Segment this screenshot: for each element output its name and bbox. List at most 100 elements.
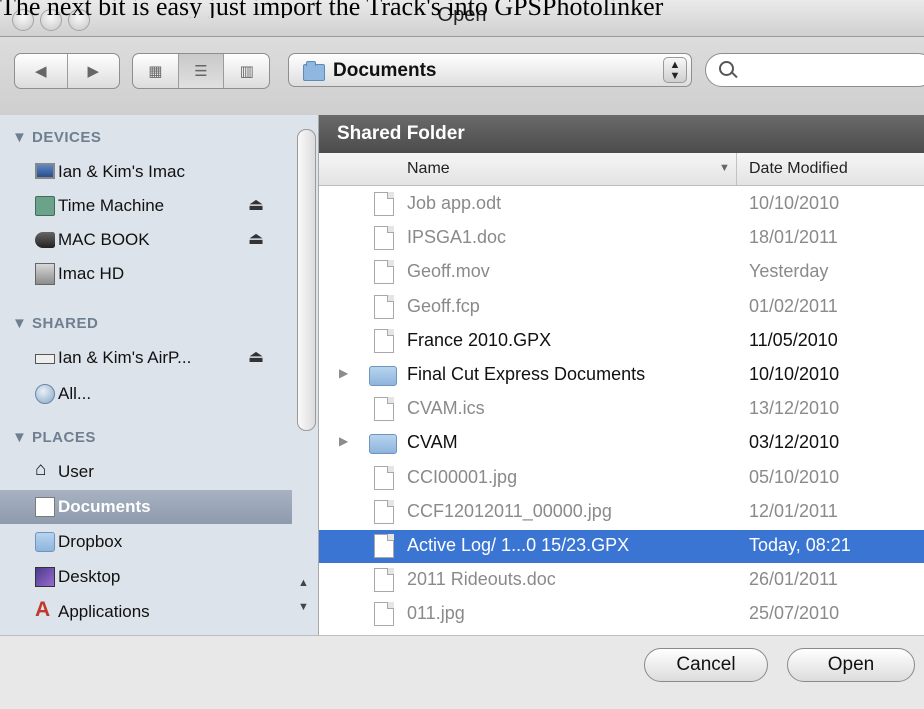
scroll-down-icon[interactable]: ▼ — [298, 601, 309, 613]
forward-button[interactable]: ▶ — [68, 54, 120, 88]
file-row[interactable]: Active Log/ 1...0 15/23.GPX Today, 08:21 — [319, 530, 924, 563]
search-field[interactable] — [705, 53, 924, 87]
sidebar-heading-devices[interactable]: ▼ DEVICES — [12, 129, 101, 146]
sidebar-heading-places[interactable]: ▼ PLACES — [12, 429, 96, 446]
file-row[interactable]: Geoff.mov Yesterday — [319, 256, 924, 289]
folder-icon — [303, 61, 325, 81]
open-dialog: Open The next bit is easy just import th… — [0, 0, 924, 709]
sidebar: ▼ DEVICES Ian & Kim's Imac Time Machine … — [0, 115, 319, 635]
sidebar-item-airport[interactable]: Ian & Kim's AirP... ⏏ — [0, 341, 292, 375]
sidebar-heading-shared[interactable]: ▼ SHARED — [12, 315, 98, 332]
file-name: Geoff.fcp — [407, 295, 480, 316]
file-row[interactable]: Geoff.fcp 01/02/2011 — [319, 291, 924, 324]
file-name: 2011 Rideouts.doc — [407, 569, 556, 590]
popup-arrows-icon: ▲ ▼ — [663, 57, 687, 83]
sidebar-item-label: Ian & Kim's AirP... — [58, 348, 192, 367]
file-row[interactable]: 2011 Rideouts.doc 26/01/2011 — [319, 564, 924, 597]
forward-arrow-icon: ▶ — [87, 63, 100, 80]
icon-view-button[interactable]: ▦ — [133, 54, 179, 88]
grid-icon: ▦ — [148, 63, 163, 80]
sidebar-item-imac-hd[interactable]: Imac HD — [0, 257, 292, 291]
file-date: 11/05/2010 — [749, 329, 838, 350]
file-date: 18/01/2011 — [749, 227, 838, 248]
column-view-button[interactable]: ▥ — [224, 54, 269, 88]
location-popup[interactable]: Documents ▲ ▼ — [288, 53, 692, 87]
list-view-button[interactable]: ☰ — [178, 54, 225, 88]
disclosure-triangle-icon[interactable]: ▶ — [339, 366, 348, 380]
document-icon — [374, 294, 394, 319]
hard-drive-icon — [35, 263, 55, 285]
file-name: France 2010.GPX — [407, 329, 552, 350]
file-row[interactable]: CCF12012011_00000.jpg 12/01/2011 — [319, 496, 924, 529]
network-icon — [35, 384, 55, 404]
file-row[interactable]: Job app.odt 10/10/2010 — [319, 188, 924, 221]
eject-icon[interactable]: ⏏ — [248, 195, 264, 215]
time-machine-icon — [35, 196, 55, 216]
file-name: CVAM — [407, 432, 458, 453]
file-date: 05/10/2010 — [749, 466, 840, 487]
file-date: 10/10/2010 — [749, 193, 840, 213]
scroll-up-icon[interactable]: ▲ — [298, 577, 309, 589]
open-button[interactable]: Open — [787, 648, 915, 682]
cancel-button[interactable]: Cancel — [644, 648, 768, 682]
sidebar-item-applications[interactable]: A Applications — [0, 595, 292, 629]
file-date: 26/01/2011 — [749, 569, 838, 590]
file-date: 01/02/2011 — [749, 295, 838, 316]
document-icon — [374, 226, 394, 251]
sidebar-item-label: User — [58, 462, 94, 481]
document-icon — [374, 260, 394, 285]
sidebar-item-user[interactable]: ⌂ User — [0, 455, 292, 489]
sidebar-item-documents[interactable]: Documents — [0, 490, 292, 524]
file-date: 12/01/2011 — [749, 500, 838, 521]
drive-icon — [35, 232, 55, 248]
document-icon — [374, 499, 394, 524]
file-row[interactable]: France 2010.GPX 11/05/2010 — [319, 325, 924, 358]
back-button[interactable]: ◀ — [15, 54, 68, 88]
eject-icon[interactable]: ⏏ — [248, 347, 264, 367]
list-icon: ☰ — [194, 63, 208, 80]
name-column-header[interactable]: Name — [407, 160, 450, 178]
back-forward-control: ◀ ▶ — [14, 53, 120, 89]
date-column-header[interactable]: Date Modified — [736, 153, 848, 185]
sidebar-item-mac-book[interactable]: MAC BOOK ⏏ — [0, 223, 292, 257]
documents-folder-icon — [35, 497, 55, 517]
sidebar-item-dropbox[interactable]: Dropbox — [0, 525, 292, 559]
location-label: Documents — [333, 60, 437, 81]
folder-row[interactable]: ▶ Final Cut Express Documents 10/10/2010 — [319, 359, 924, 392]
file-name: Final Cut Express Documents — [407, 364, 646, 384]
view-mode-control: ▦ ☰ ▥ — [132, 53, 270, 89]
document-icon — [374, 192, 394, 216]
file-list: Shared Folder Name ▼ Date Modified Job a… — [319, 115, 924, 635]
disclosure-triangle-icon[interactable]: ▶ — [339, 434, 348, 448]
file-date: 25/07/2010 — [749, 603, 840, 624]
sidebar-item-time-machine[interactable]: Time Machine ⏏ — [0, 189, 292, 223]
home-icon: ⌂ — [35, 459, 47, 480]
folder-row[interactable]: ▶ CVAM 03/12/2010 — [319, 427, 924, 460]
back-arrow-icon: ◀ — [34, 63, 47, 80]
file-row[interactable]: IPSGA1.doc 18/01/2011 — [319, 222, 924, 255]
search-input[interactable] — [740, 60, 924, 82]
sort-descending-icon: ▼ — [719, 162, 730, 174]
sidebar-scrollbar[interactable]: ▲ ▼ — [292, 115, 318, 635]
sidebar-item-label: Dropbox — [58, 532, 123, 551]
sidebar-item-all[interactable]: All... — [0, 377, 292, 411]
search-icon — [719, 61, 734, 76]
document-icon — [374, 328, 394, 353]
file-name: IPSGA1.doc — [407, 227, 507, 248]
sidebar-item-imac[interactable]: Ian & Kim's Imac — [0, 155, 292, 189]
sidebar-item-desktop[interactable]: Desktop — [0, 560, 292, 594]
column-headers: Name ▼ Date Modified — [319, 153, 924, 186]
file-row[interactable]: 011.jpg 25/07/2010 — [319, 598, 924, 631]
applications-icon: A — [35, 598, 51, 621]
sidebar-scroll-thumb[interactable] — [297, 129, 316, 431]
file-date: 10/10/2010 — [749, 364, 840, 384]
file-row[interactable]: CCI00001.jpg 05/10/2010 — [319, 462, 924, 495]
document-icon — [374, 602, 394, 627]
file-name: CCF12012011_00000.jpg — [407, 500, 612, 521]
dialog-footer: Cancel Open — [0, 635, 924, 709]
file-name: CCI00001.jpg — [407, 466, 518, 487]
eject-icon[interactable]: ⏏ — [248, 229, 264, 249]
sidebar-item-label: Desktop — [58, 567, 121, 586]
file-row[interactable]: CVAM.ics 13/12/2010 — [319, 393, 924, 426]
file-name: Geoff.mov — [407, 261, 490, 282]
